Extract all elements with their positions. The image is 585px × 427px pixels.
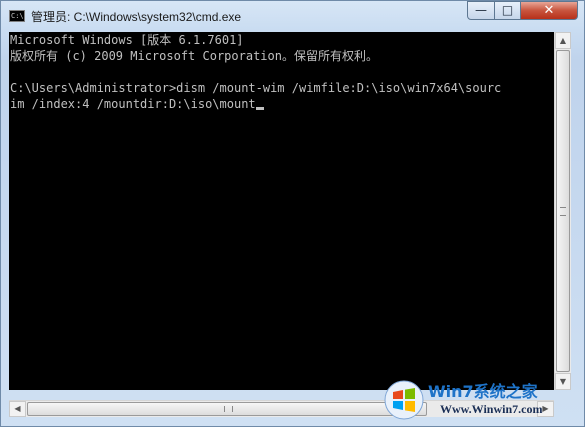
watermark-title: Win7系统之家 <box>428 382 538 401</box>
scroll-up-button[interactable]: ▲ <box>555 32 571 49</box>
console-line-command-wrap: im /index:4 /mountdir:D:\iso\mount <box>10 97 256 111</box>
console-line-copyright: 版权所有 (c) 2009 Microsoft Corporation。保留所有… <box>10 49 378 63</box>
vertical-scrollbar[interactable]: ▲ ▼ <box>554 32 571 390</box>
minimize-button[interactable]: — <box>467 1 495 20</box>
arrow-up-icon: ▲ <box>559 36 567 45</box>
maximize-icon: □ <box>501 3 514 17</box>
vertical-scroll-thumb[interactable] <box>556 50 570 372</box>
cmd-icon-text: C:\ <box>11 12 24 20</box>
cmd-window: C:\ 管理员: C:\Windows\system32\cmd.exe — □… <box>0 0 585 427</box>
window-title: 管理员: C:\Windows\system32\cmd.exe <box>31 10 242 24</box>
console-output[interactable]: Microsoft Windows [版本 6.1.7601] 版权所有 (c)… <box>9 32 554 390</box>
close-icon: ✕ <box>543 3 555 18</box>
watermark-url: Www.Winwin7.com <box>440 402 543 416</box>
console-line-blank <box>9 64 554 80</box>
maximize-button[interactable]: □ <box>494 1 521 20</box>
windows-logo-icon <box>384 380 424 420</box>
grip-icon <box>224 406 233 412</box>
console-line-version: Microsoft Windows [版本 6.1.7601] <box>10 33 244 47</box>
arrow-left-icon: ◀ <box>14 404 21 413</box>
grip-icon <box>560 207 566 216</box>
close-button[interactable]: ✕ <box>520 1 578 20</box>
minimize-icon: — <box>475 3 487 17</box>
text-cursor <box>255 107 264 110</box>
console-line-command: C:\Users\Administrator>dism /mount-wim /… <box>10 81 502 95</box>
title-bar[interactable]: C:\ 管理员: C:\Windows\system32\cmd.exe — □… <box>1 1 584 31</box>
scroll-left-button[interactable]: ◀ <box>9 401 26 417</box>
watermark: Win7系统之家 Www.Winwin7.com <box>384 376 580 424</box>
horizontal-scroll-thumb[interactable] <box>27 402 427 416</box>
cmd-icon[interactable]: C:\ <box>9 10 25 22</box>
console-line-command-cont: im /index:4 /mountdir:D:\iso\mount <box>9 96 554 112</box>
